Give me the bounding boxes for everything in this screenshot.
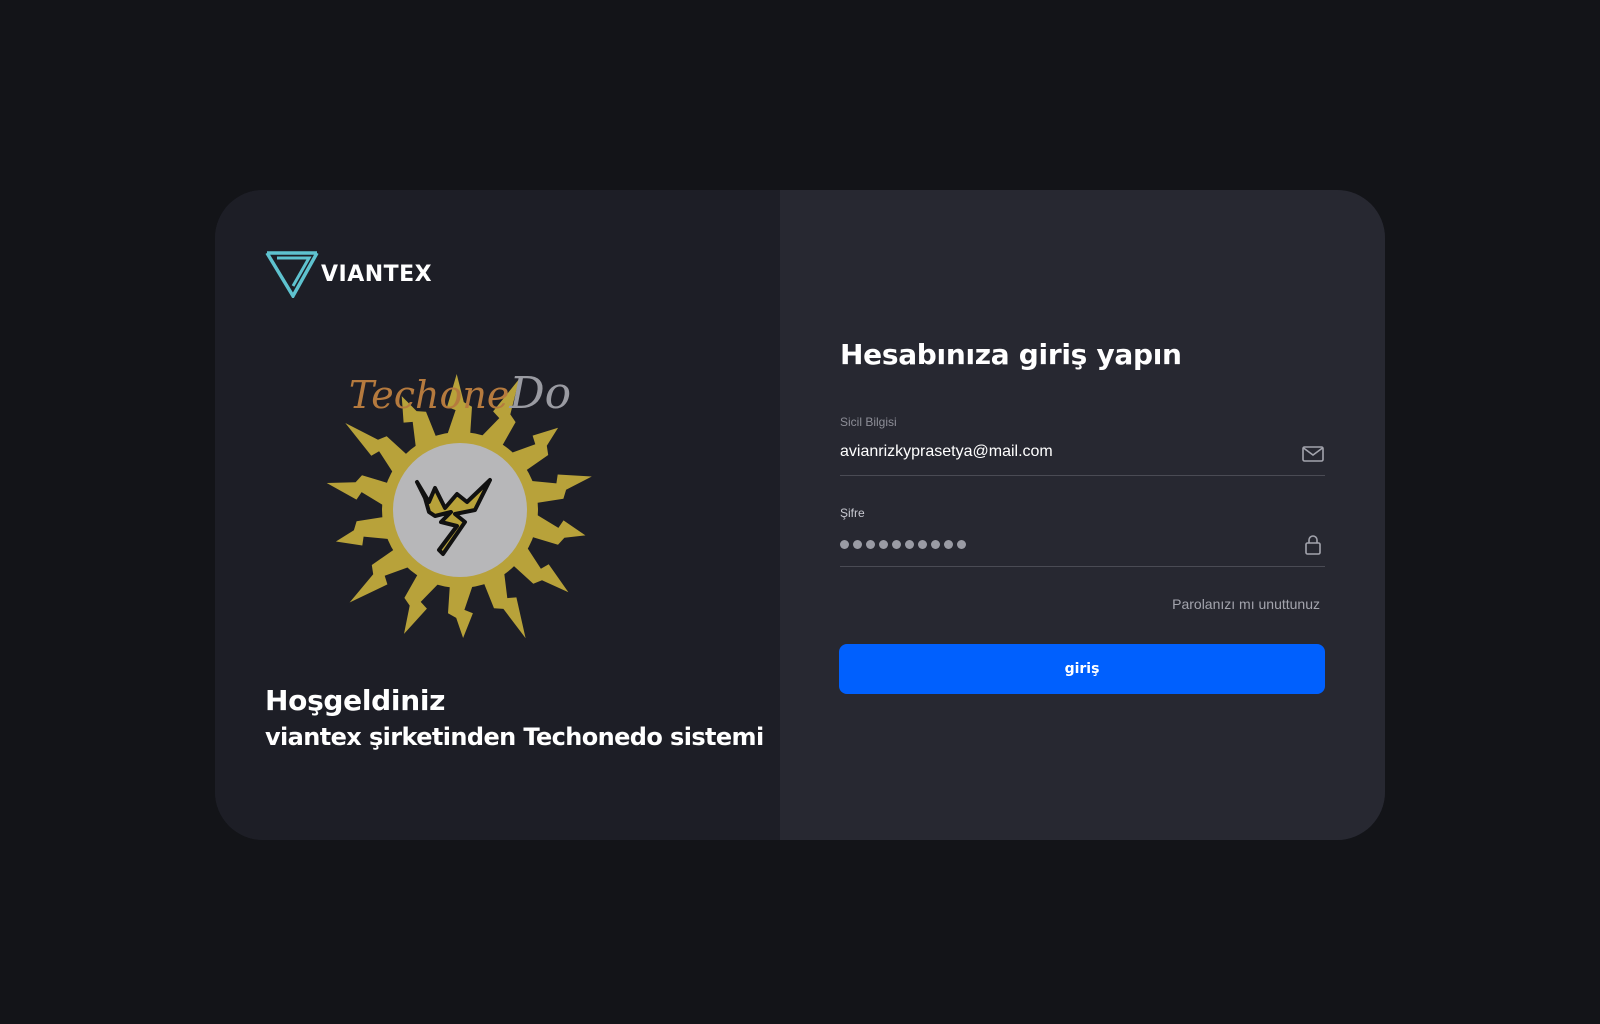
login-card: VIANTEX TechoneDo Hoşgeldiniz viantex şi… [215, 190, 1385, 840]
email-input[interactable] [840, 443, 1280, 461]
password-mask-dot [918, 540, 927, 549]
brand-logo: VIANTEX [265, 250, 432, 298]
welcome-subtitle: viantex şirketinden Techonedo sistemi [265, 723, 764, 751]
password-mask-dot [957, 540, 966, 549]
welcome-panel: VIANTEX TechoneDo Hoşgeldiniz viantex şi… [215, 190, 780, 840]
mail-icon [1302, 446, 1324, 462]
password-mask-dot [879, 540, 888, 549]
login-button[interactable]: giriş [839, 644, 1325, 694]
login-panel: Hesabınıza giriş yapın Sicil Bilgisi Şif… [780, 190, 1385, 840]
viantex-triangle-icon [265, 251, 319, 298]
emblem-wordmark: TechoneDo [349, 368, 571, 419]
sun-ray [326, 475, 391, 507]
forgot-password-link[interactable]: Parolanızı mı unuttunuz [1172, 596, 1320, 612]
password-label: Şifre [840, 506, 865, 520]
email-label: Sicil Bilgisi [840, 415, 897, 429]
sun-ray [448, 582, 474, 638]
email-field: Sicil Bilgisi [840, 415, 1325, 476]
password-field: Şifre [840, 506, 1325, 567]
password-mask-dot [892, 540, 901, 549]
welcome-title: Hoşgeldiniz [265, 684, 446, 717]
brand-name: VIANTEX [321, 261, 433, 287]
techonedo-sun-emblem: TechoneDo [326, 368, 592, 639]
login-title: Hesabınıza giriş yapın [840, 338, 1182, 371]
lock-icon [1305, 535, 1321, 555]
password-mask-dot [853, 540, 862, 549]
password-mask-dot [866, 540, 875, 549]
password-mask-dot [944, 540, 953, 549]
welcome-block: Hoşgeldiniz viantex şirketinden Techoned… [265, 683, 764, 755]
sun-ray [529, 513, 586, 545]
password-input[interactable] [840, 540, 966, 549]
password-mask-dot [931, 540, 940, 549]
password-mask-dot [905, 540, 914, 549]
password-mask-dot [840, 540, 849, 549]
sun-ray [527, 474, 592, 504]
